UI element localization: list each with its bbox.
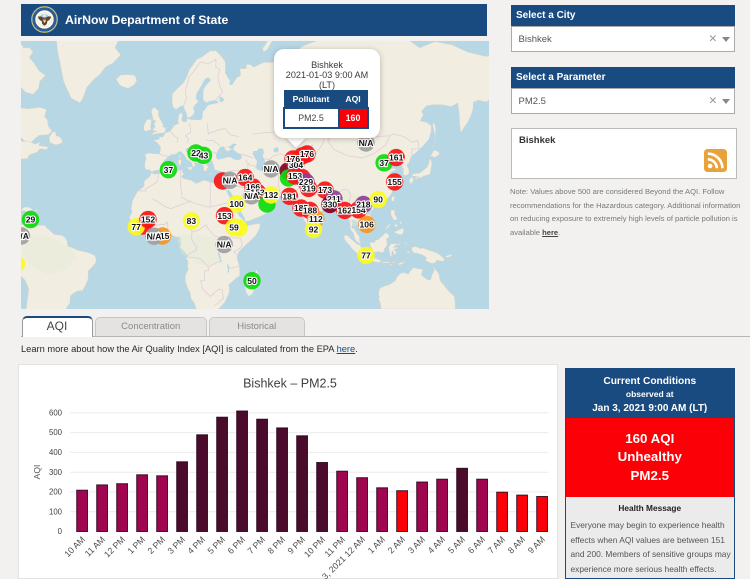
- svg-text:6 AM: 6 AM: [465, 534, 486, 555]
- svg-text:90: 90: [373, 195, 383, 205]
- svg-text:6 PM: 6 PM: [225, 534, 247, 556]
- svg-text:600: 600: [48, 408, 62, 417]
- svg-text:77: 77: [131, 222, 141, 232]
- svg-text:400: 400: [48, 448, 62, 457]
- svg-text:77: 77: [361, 251, 371, 261]
- svg-text:N/A: N/A: [223, 175, 238, 185]
- svg-text:500: 500: [48, 428, 62, 437]
- svg-text:37: 37: [379, 158, 389, 168]
- svg-text:83: 83: [187, 216, 197, 226]
- svg-text:176: 176: [300, 149, 315, 159]
- svg-text:164: 164: [238, 173, 253, 183]
- svg-text:3 PM: 3 PM: [165, 534, 187, 556]
- svg-text:5 AM: 5 AM: [445, 534, 466, 555]
- svg-text:319: 319: [301, 184, 316, 194]
- svg-text:59: 59: [229, 222, 239, 232]
- svg-text:N/A: N/A: [244, 191, 259, 201]
- svg-text:200: 200: [48, 488, 62, 497]
- svg-text:0: 0: [57, 527, 62, 536]
- svg-text:29: 29: [26, 215, 36, 225]
- svg-text:10 PM: 10 PM: [301, 534, 326, 559]
- svg-text:7 AM: 7 AM: [485, 534, 506, 555]
- svg-text:50: 50: [247, 276, 257, 286]
- svg-text:330: 330: [323, 200, 338, 210]
- svg-text:92: 92: [309, 225, 319, 235]
- svg-text:106: 106: [360, 220, 375, 230]
- svg-text:10 AM: 10 AM: [62, 534, 87, 559]
- svg-text:1 PM: 1 PM: [125, 534, 147, 556]
- svg-text:1 AM: 1 AM: [365, 534, 386, 555]
- svg-text:132: 132: [264, 190, 279, 200]
- svg-text:181: 181: [282, 191, 297, 201]
- svg-text:4 AM: 4 AM: [425, 534, 446, 555]
- svg-text:112: 112: [309, 214, 323, 224]
- svg-text:218: 218: [356, 200, 371, 210]
- svg-text:162: 162: [338, 206, 353, 216]
- svg-text:N/A: N/A: [147, 231, 162, 241]
- svg-text:N/A: N/A: [217, 240, 232, 250]
- svg-text:N/A: N/A: [359, 138, 374, 148]
- svg-text:153: 153: [217, 211, 232, 221]
- svg-text:5 PM: 5 PM: [205, 534, 227, 556]
- svg-text:8 PM: 8 PM: [265, 534, 287, 556]
- svg-text:N/A: N/A: [264, 164, 279, 174]
- svg-text:2 PM: 2 PM: [145, 534, 167, 556]
- svg-text:AQI: AQI: [32, 465, 42, 480]
- svg-text:152: 152: [141, 215, 156, 225]
- svg-text:8 AM: 8 AM: [505, 534, 526, 555]
- svg-text:7 PM: 7 PM: [245, 534, 267, 556]
- svg-text:100: 100: [229, 199, 244, 209]
- svg-text:176: 176: [286, 154, 301, 164]
- svg-text:300: 300: [48, 468, 62, 477]
- svg-text:37: 37: [164, 165, 174, 175]
- svg-text:43: 43: [199, 150, 209, 160]
- svg-text:9 AM: 9 AM: [525, 534, 546, 555]
- svg-text:100: 100: [48, 507, 62, 516]
- svg-text:N/A: N/A: [21, 231, 29, 241]
- svg-text:155: 155: [387, 177, 402, 187]
- svg-text:12 PM: 12 PM: [101, 534, 126, 559]
- svg-text:2 AM: 2 AM: [385, 534, 406, 555]
- svg-text:Bishkek – PM2.5: Bishkek – PM2.5: [243, 377, 337, 391]
- svg-text:161: 161: [389, 153, 404, 163]
- svg-text:3 AM: 3 AM: [405, 534, 426, 555]
- svg-text:4 PM: 4 PM: [185, 534, 207, 556]
